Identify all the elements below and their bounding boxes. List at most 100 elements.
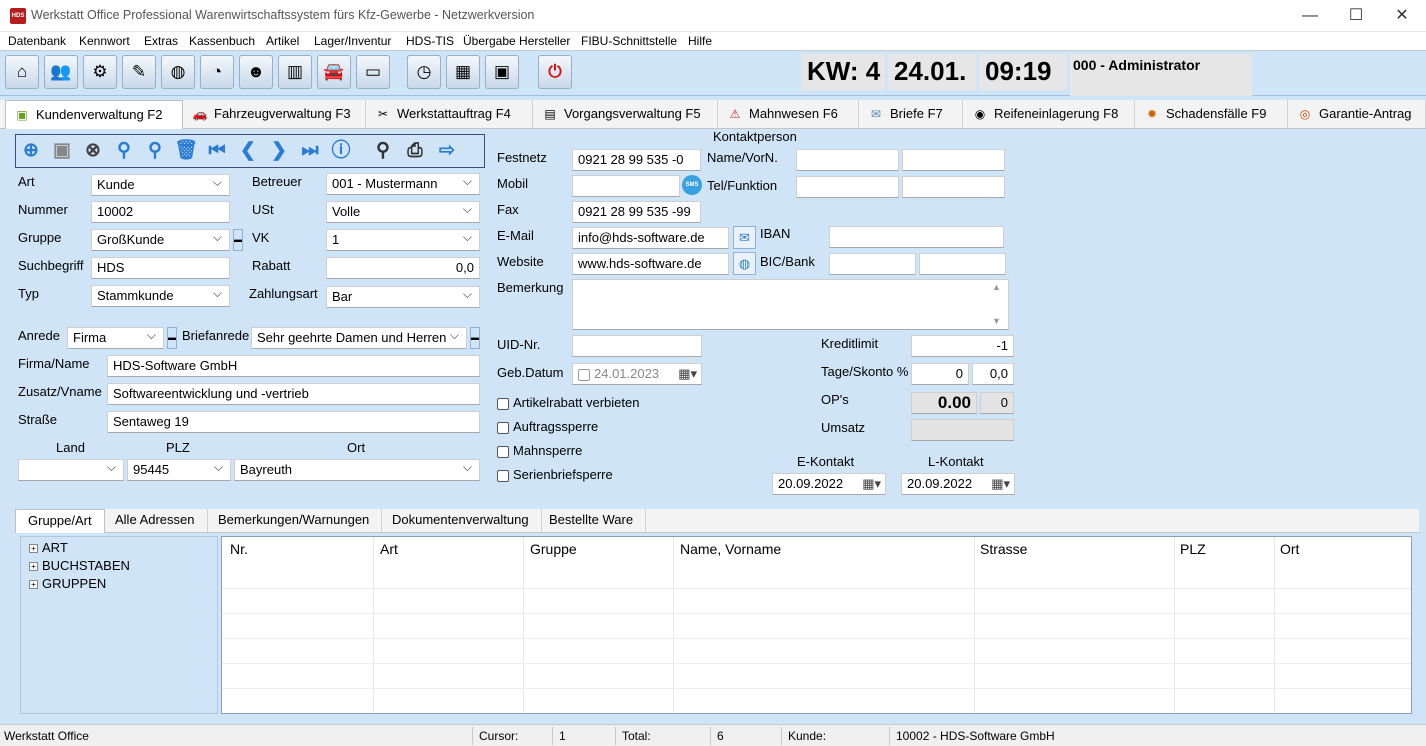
suchbegriff-field[interactable]: HDS bbox=[91, 257, 230, 279]
pie-chart-icon[interactable]: ◔ bbox=[200, 55, 234, 89]
kontakt-tel-field[interactable] bbox=[796, 176, 899, 198]
calendar-dropdown-icon[interactable]: ▦▾ bbox=[991, 474, 1010, 494]
trash-icon[interactable]: 🗑 bbox=[173, 138, 199, 164]
info-icon[interactable]: ⓘ bbox=[328, 138, 354, 164]
col-header-plz[interactable]: PLZ bbox=[1180, 541, 1206, 557]
gruppe-select[interactable]: GroßKunde bbox=[91, 229, 230, 251]
tab-dokumentenverwaltung[interactable]: Dokumentenverwaltung bbox=[380, 509, 542, 532]
tree-node-gruppen[interactable]: + GRUPPEN bbox=[29, 576, 106, 591]
typ-select[interactable]: Stammkunde bbox=[91, 285, 230, 307]
scroll-down-icon[interactable]: ▼ bbox=[992, 316, 1001, 326]
search-icon[interactable]: ⚲ bbox=[111, 138, 137, 164]
menu-datenbank[interactable]: Datenbank bbox=[8, 34, 66, 48]
tab-fahrzeugverwaltung[interactable]: 🚗 Fahrzeugverwaltung F3 bbox=[184, 100, 366, 128]
magnifier-icon[interactable]: ⚲ bbox=[370, 138, 396, 164]
menu-kennwort[interactable]: Kennwort bbox=[79, 34, 130, 48]
add-icon[interactable]: ⊕ bbox=[18, 138, 44, 164]
menu-uebergabe-hersteller[interactable]: Übergabe Hersteller bbox=[463, 34, 570, 48]
menu-kassenbuch[interactable]: Kassenbuch bbox=[189, 34, 255, 48]
anrede-select[interactable]: Firma bbox=[67, 327, 164, 349]
anrede-edit-button[interactable]: ▬ bbox=[167, 327, 177, 349]
ort-select[interactable]: Bayreuth bbox=[234, 459, 480, 481]
artikelrabatt-checkbox-row[interactable]: Artikelrabatt verbieten bbox=[497, 395, 639, 410]
export-icon[interactable]: ⇨ bbox=[434, 138, 460, 164]
menu-hds-tis[interactable]: HDS-TIS bbox=[406, 34, 454, 48]
last-record-icon[interactable]: ⏭ bbox=[297, 138, 323, 164]
save-icon[interactable]: ▣ bbox=[49, 138, 75, 164]
tree-node-art[interactable]: + ART bbox=[29, 540, 68, 555]
kontakt-vorname-field[interactable] bbox=[902, 149, 1005, 171]
home-icon[interactable]: ⌂ bbox=[5, 55, 39, 89]
package-icon[interactable]: ▣ bbox=[485, 55, 519, 89]
col-header-art[interactable]: Art bbox=[380, 541, 398, 557]
menu-fibu[interactable]: FIBU-Schnittstelle bbox=[581, 34, 677, 48]
website-field[interactable]: www.hds-software.de bbox=[572, 253, 729, 275]
tab-vorgangsverwaltung[interactable]: ▤ Vorgangsverwaltung F5 bbox=[534, 100, 718, 128]
tab-bestellte-ware[interactable]: Bestellte Ware bbox=[537, 509, 647, 532]
serienbriefsperre-checkbox-row[interactable]: Serienbriefsperre bbox=[497, 467, 613, 482]
expand-icon[interactable]: + bbox=[29, 580, 38, 590]
skonto-percent-field[interactable]: 0,0 bbox=[972, 363, 1014, 385]
cancel-icon[interactable]: ⊗ bbox=[80, 138, 106, 164]
zahlungsart-select[interactable]: Bar bbox=[326, 286, 480, 308]
envelope-icon[interactable]: ✉ bbox=[733, 226, 756, 249]
festnetz-field[interactable]: 0921 28 99 535 -0 bbox=[572, 149, 701, 171]
vk-select[interactable]: 1 bbox=[326, 229, 480, 251]
tab-reifeneinlagerung[interactable]: ◉ Reifeneinlagerung F8 bbox=[964, 100, 1135, 128]
minimize-button[interactable]: — bbox=[1287, 0, 1333, 32]
tab-schadensfaelle[interactable]: ✹ Schadensfälle F9 bbox=[1136, 100, 1288, 128]
col-header-strasse[interactable]: Strasse bbox=[980, 541, 1027, 557]
next-record-icon[interactable]: ❯ bbox=[266, 138, 292, 164]
calendar-dropdown-icon[interactable]: ▦▾ bbox=[678, 364, 697, 384]
checkbox[interactable] bbox=[497, 421, 509, 434]
checkbox[interactable] bbox=[497, 397, 509, 410]
gear-icon[interactable]: ⚙ bbox=[83, 55, 117, 89]
plz-select[interactable]: 95445 bbox=[127, 459, 231, 481]
col-header-gruppe[interactable]: Gruppe bbox=[530, 541, 577, 557]
tab-bemerkungen[interactable]: Bemerkungen/Warnungen bbox=[206, 509, 383, 532]
iban-field[interactable] bbox=[829, 226, 1004, 248]
close-window-button[interactable]: ✕ bbox=[1379, 0, 1425, 32]
col-header-nr[interactable]: Nr. bbox=[230, 541, 248, 557]
kontakt-name-field[interactable] bbox=[796, 149, 899, 171]
col-header-ort[interactable]: Ort bbox=[1280, 541, 1299, 557]
clock-icon[interactable]: ◷ bbox=[407, 55, 441, 89]
bank-field[interactable] bbox=[919, 253, 1006, 275]
scroll-up-icon[interactable]: ▲ bbox=[992, 282, 1001, 292]
tab-mahnwesen[interactable]: ⚠ Mahnwesen F6 bbox=[719, 100, 859, 128]
calendar-dropdown-icon[interactable]: ▦▾ bbox=[862, 474, 881, 494]
checkbox[interactable] bbox=[497, 469, 509, 482]
briefanrede-edit-button[interactable]: ▬ bbox=[470, 327, 480, 349]
land-select[interactable] bbox=[18, 459, 124, 481]
search-check-icon[interactable]: ⚲ bbox=[142, 138, 168, 164]
ust-select[interactable]: Volle bbox=[326, 201, 480, 223]
zusatz-field[interactable]: Softwareentwicklung und -vertrieb bbox=[107, 383, 480, 405]
tab-kundenverwaltung[interactable]: ▣ Kundenverwaltung F2 bbox=[5, 100, 183, 129]
calendar-icon[interactable]: ▦ bbox=[446, 55, 480, 89]
geb-datum-checkbox[interactable] bbox=[578, 368, 590, 381]
globe-icon[interactable]: ◍ bbox=[733, 252, 756, 275]
notes-icon[interactable]: ✎ bbox=[122, 55, 156, 89]
bar-chart-icon[interactable]: ▥ bbox=[278, 55, 312, 89]
geb-datum-picker[interactable]: 24.01.2023 ▦▾ bbox=[572, 363, 702, 385]
bemerkung-field[interactable] bbox=[572, 279, 1009, 330]
menu-artikel[interactable]: Artikel bbox=[266, 34, 299, 48]
kreditlimit-field[interactable]: -1 bbox=[911, 335, 1014, 357]
print-icon[interactable]: ⎙ bbox=[402, 138, 428, 164]
tab-alle-adressen[interactable]: Alle Adressen bbox=[103, 509, 208, 532]
ekontakt-picker[interactable]: 20.09.2022 ▦▾ bbox=[772, 473, 886, 495]
skonto-days-field[interactable]: 0 bbox=[911, 363, 969, 385]
bic-field[interactable] bbox=[829, 253, 916, 275]
nummer-field[interactable]: 10002 bbox=[91, 201, 230, 223]
col-header-name[interactable]: Name, Vorname bbox=[680, 541, 781, 557]
mobil-field[interactable] bbox=[572, 175, 680, 197]
lkontakt-picker[interactable]: 20.09.2022 ▦▾ bbox=[901, 473, 1015, 495]
checkbox[interactable] bbox=[497, 445, 509, 458]
menu-lager-inventur[interactable]: Lager/Inventur bbox=[314, 34, 391, 48]
menu-hilfe[interactable]: Hilfe bbox=[688, 34, 712, 48]
expand-icon[interactable]: + bbox=[29, 544, 38, 554]
prev-record-icon[interactable]: ❮ bbox=[235, 138, 261, 164]
art-select[interactable]: Kunde bbox=[91, 174, 230, 196]
expand-icon[interactable]: + bbox=[29, 562, 38, 572]
tab-gruppe-art[interactable]: Gruppe/Art bbox=[15, 509, 105, 533]
